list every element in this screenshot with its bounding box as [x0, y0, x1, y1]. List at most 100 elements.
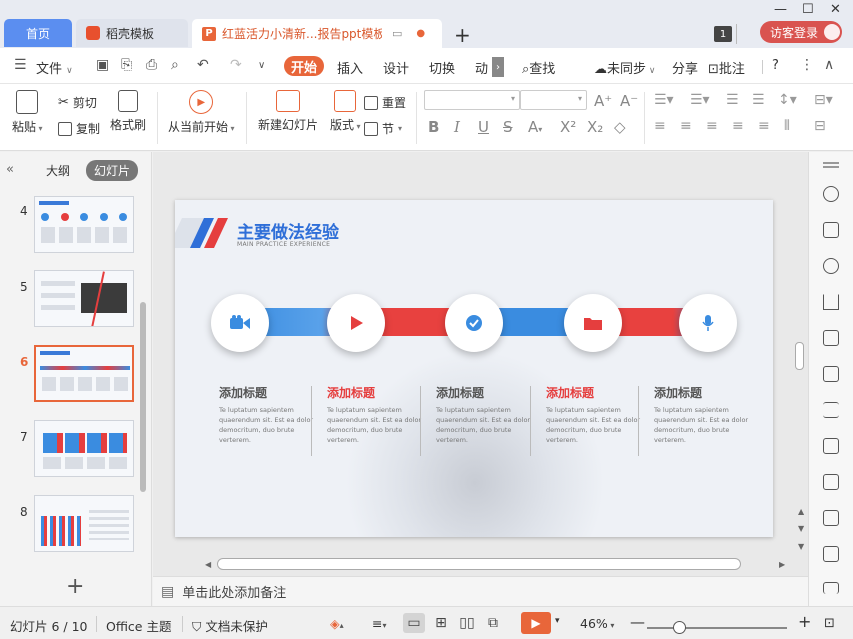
- animation-icon[interactable]: [823, 294, 839, 310]
- audio-icon[interactable]: [823, 582, 839, 594]
- zoom-slider-track[interactable]: [647, 627, 787, 629]
- cut-button[interactable]: ✂ 剪切: [58, 94, 97, 111]
- slide-thumbnail[interactable]: [34, 196, 134, 253]
- settings-sliders-icon[interactable]: [823, 402, 839, 418]
- quick-access-dropdown-icon[interactable]: ∨: [258, 60, 265, 71]
- justify-icon[interactable]: ≡: [732, 118, 744, 134]
- tab-slides[interactable]: 幻灯片: [86, 160, 139, 181]
- bold-icon[interactable]: B: [428, 118, 439, 136]
- close-icon[interactable]: ✕: [830, 2, 841, 17]
- decrease-indent-icon[interactable]: ☰: [726, 92, 739, 108]
- slide-thumbnail[interactable]: [34, 495, 134, 552]
- fit-window-icon[interactable]: ⊡: [824, 616, 835, 631]
- magic-wand-icon[interactable]: [823, 186, 839, 202]
- align-right-icon[interactable]: ≡: [706, 118, 718, 134]
- column-title[interactable]: 添加标题: [654, 384, 702, 401]
- object-icon[interactable]: [823, 222, 839, 238]
- text-box-icon[interactable]: ⊟: [814, 118, 826, 134]
- circle-folder[interactable]: [564, 294, 622, 352]
- scroll-up-icon[interactable]: ▲: [798, 507, 804, 516]
- increase-indent-icon[interactable]: ☰: [752, 92, 765, 108]
- minimize-icon[interactable]: —: [774, 2, 787, 17]
- text-color-icon[interactable]: A▾: [528, 118, 542, 136]
- print-icon[interactable]: ⎙: [146, 57, 157, 73]
- underline-icon[interactable]: U: [478, 118, 489, 136]
- export-icon[interactable]: ⎘: [121, 57, 132, 73]
- export-share-icon[interactable]: [823, 474, 839, 490]
- sync-button[interactable]: ☁未同步 ∨: [594, 58, 655, 77]
- reset-button[interactable]: 重置: [364, 94, 406, 111]
- help-button[interactable]: ?: [772, 58, 779, 73]
- normal-view-icon[interactable]: ▭: [403, 613, 425, 633]
- menu-transition[interactable]: 切换: [429, 58, 455, 77]
- menu-design[interactable]: 设计: [383, 58, 409, 77]
- more-options-icon[interactable]: ⋮: [800, 57, 814, 73]
- strikethrough-icon[interactable]: S: [503, 118, 513, 136]
- column-title[interactable]: 添加标题: [546, 384, 594, 401]
- column-text[interactable]: Te luptatum sapientem quaerendum sit. Es…: [436, 405, 532, 445]
- menu-start[interactable]: 开始: [284, 56, 324, 76]
- subscript-icon[interactable]: X₂: [587, 118, 603, 136]
- play-options-dropdown-icon[interactable]: ▾: [555, 616, 560, 626]
- undo-icon[interactable]: ↶: [197, 57, 209, 73]
- layout-button[interactable]: 版式 ▾: [330, 90, 361, 133]
- slide-title[interactable]: 主要做法经验: [237, 218, 339, 243]
- sidebar-menu-icon[interactable]: [823, 162, 839, 164]
- zoom-slider-handle[interactable]: [673, 621, 686, 634]
- scroll-down-icon[interactable]: ▼: [798, 524, 804, 533]
- scroll-page-down-icon[interactable]: ▼: [798, 542, 804, 551]
- align-center-icon[interactable]: ≡: [680, 118, 692, 134]
- play-from-current-button[interactable]: ▶ 从当前开始 ▾: [168, 90, 235, 135]
- text-direction-icon[interactable]: ⊟▾: [814, 92, 833, 108]
- vertical-scrollbar[interactable]: [795, 342, 804, 370]
- collapse-panel-icon[interactable]: «: [6, 162, 14, 177]
- column-text[interactable]: Te luptatum sapientem quaerendum sit. Es…: [327, 405, 423, 445]
- paste-button[interactable]: 粘贴 ▾: [12, 90, 43, 135]
- column-title[interactable]: 添加标题: [327, 384, 375, 401]
- monitor-icon[interactable]: ▭: [392, 27, 402, 40]
- notes-pane[interactable]: ▤ 单击此处添加备注: [153, 576, 808, 606]
- tab-outline[interactable]: 大纲: [46, 162, 70, 179]
- comment-button[interactable]: ⊡批注: [708, 58, 745, 77]
- column-title[interactable]: 添加标题: [436, 384, 484, 401]
- beautify-icon[interactable]: ◈▴: [330, 616, 344, 631]
- column-text[interactable]: Te luptatum sapientem quaerendum sit. Es…: [654, 405, 750, 445]
- decrease-font-icon[interactable]: A⁻: [620, 92, 638, 110]
- clear-format-icon[interactable]: ◇: [614, 118, 626, 136]
- font-family-select[interactable]: ▾: [424, 90, 520, 110]
- theme-name[interactable]: Office 主题: [106, 616, 171, 635]
- menu-insert[interactable]: 插入: [337, 58, 363, 77]
- superscript-icon[interactable]: X²: [560, 118, 576, 136]
- slideshow-play-button[interactable]: ▶: [521, 612, 551, 634]
- print-preview-icon[interactable]: ⌕: [171, 57, 179, 73]
- picture-icon[interactable]: [823, 546, 839, 562]
- copy-button[interactable]: 复制: [58, 120, 100, 137]
- slide-subtitle[interactable]: MAIN PRACTICE EXPERIENCE: [237, 241, 330, 248]
- zoom-in-button[interactable]: +: [798, 612, 811, 631]
- hamburger-menu-icon[interactable]: ☰: [14, 57, 27, 73]
- menu-scroll-right-icon[interactable]: ›: [492, 57, 504, 77]
- circle-check[interactable]: [445, 294, 503, 352]
- zoom-select[interactable]: 46% ▾: [580, 616, 614, 631]
- archive-icon[interactable]: [823, 510, 839, 526]
- search-button[interactable]: ⌕查找: [522, 58, 555, 77]
- circle-microphone[interactable]: [679, 294, 737, 352]
- reading-view-icon[interactable]: ▯▯: [456, 613, 478, 633]
- column-title[interactable]: 添加标题: [219, 384, 267, 401]
- tab-document[interactable]: P 红蓝活力小清新...报告ppt模板 ▭ ●: [192, 19, 442, 48]
- image-icon[interactable]: [823, 438, 839, 454]
- bullet-list-icon[interactable]: ☰▾: [654, 92, 674, 108]
- add-slide-button[interactable]: +: [66, 574, 84, 599]
- slide-thumbnail-active[interactable]: [34, 345, 134, 402]
- tab-docer-templates[interactable]: 稻壳模板: [76, 19, 188, 47]
- slide-thumbnail[interactable]: [34, 270, 134, 327]
- share-button[interactable]: 分享: [672, 58, 698, 77]
- menu-file[interactable]: 文件 ∨: [36, 58, 73, 77]
- notes-toggle-icon[interactable]: ≡▾: [372, 616, 387, 631]
- scroll-right-icon[interactable]: ▶: [779, 560, 785, 569]
- shape-icon[interactable]: [823, 258, 839, 274]
- scroll-left-icon[interactable]: ◀: [205, 560, 211, 569]
- redo-icon[interactable]: ↷: [230, 57, 242, 73]
- zoom-out-button[interactable]: —: [630, 613, 645, 631]
- circle-video[interactable]: [211, 294, 269, 352]
